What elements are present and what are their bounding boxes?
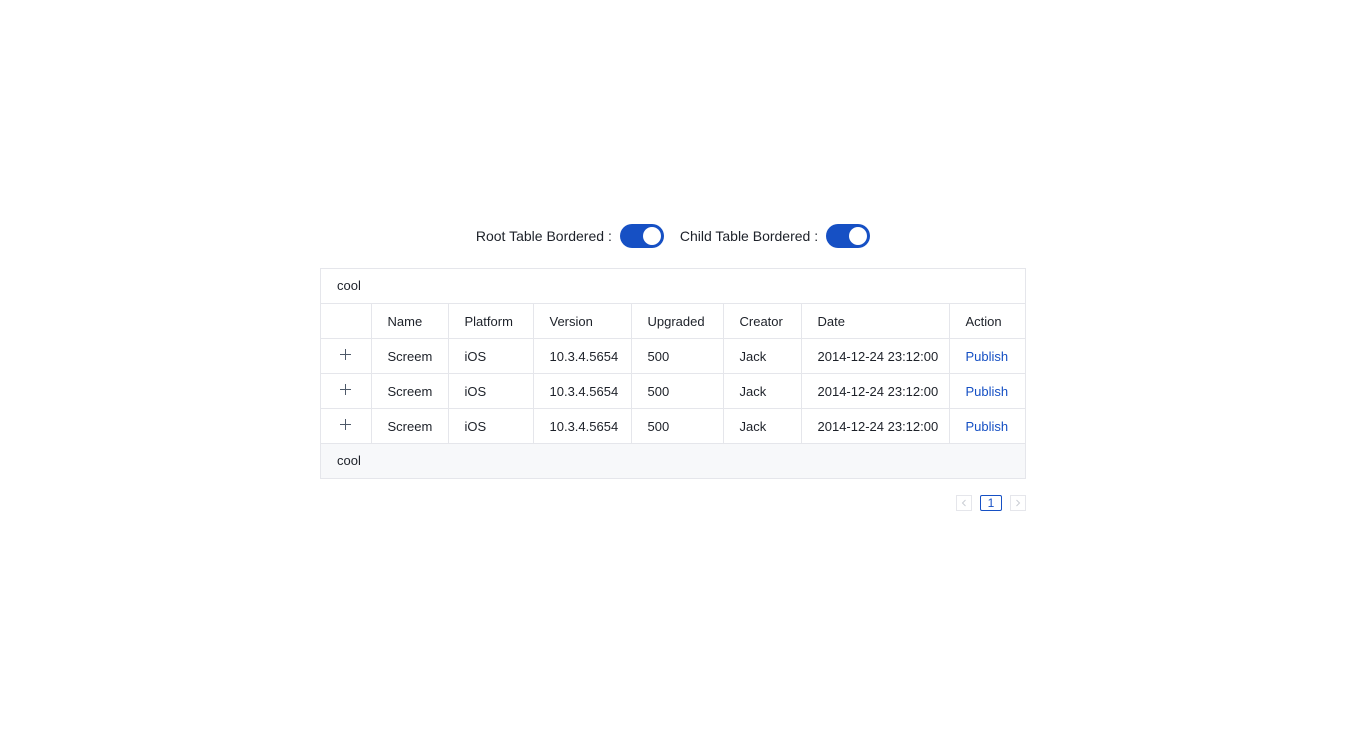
page-container: Root Table Bordered : Child Table Border… <box>320 220 1026 511</box>
publish-link[interactable]: Publish <box>966 384 1009 399</box>
cell-upgraded: 500 <box>631 373 724 409</box>
cell-name: Screem <box>371 373 449 409</box>
switch-knob <box>642 227 661 245</box>
child-bordered-switch[interactable] <box>826 224 871 248</box>
plus-icon[interactable] <box>339 418 352 431</box>
table-row: Screem iOS 10.3.4.5654 500 Jack 2014-12-… <box>321 408 1025 444</box>
cell-action: Publish <box>949 408 1025 444</box>
root-bordered-colon: : <box>607 228 612 244</box>
column-header-creator: Creator <box>723 304 802 339</box>
expand-header <box>321 304 372 339</box>
root-bordered-label-text: Root Table Bordered <box>475 228 605 244</box>
cell-platform: iOS <box>448 408 534 444</box>
publish-link[interactable]: Publish <box>966 349 1009 364</box>
column-header-action: Action <box>949 304 1025 339</box>
cell-creator: Jack <box>723 338 802 374</box>
expand-cell <box>321 338 372 374</box>
chevron-right-icon <box>1016 499 1021 507</box>
child-bordered-colon: : <box>814 228 819 244</box>
column-header-platform: Platform <box>448 304 534 339</box>
cell-upgraded: 500 <box>631 338 724 374</box>
child-bordered-control: Child Table Bordered : <box>680 224 871 248</box>
switch-knob <box>849 227 868 245</box>
cell-creator: Jack <box>723 373 802 409</box>
table-footer: cool <box>321 444 1025 479</box>
cell-creator: Jack <box>723 408 802 444</box>
table-title: cool <box>321 269 1025 304</box>
cell-version: 10.3.4.5654 <box>533 338 632 374</box>
table-controls: Root Table Bordered : Child Table Border… <box>320 220 1026 252</box>
child-bordered-label-text: Child Table Bordered <box>679 228 811 244</box>
cell-platform: iOS <box>448 338 534 374</box>
prev-page-button[interactable] <box>956 495 972 511</box>
column-header-date: Date <box>801 304 950 339</box>
table-grid: Name Platform Version Upgraded Creator D… <box>321 304 1025 444</box>
root-bordered-switch[interactable] <box>619 224 664 248</box>
cell-date: 2014-12-24 23:12:00 <box>801 338 950 374</box>
root-bordered-control: Root Table Bordered : <box>476 224 664 248</box>
cell-name: Screem <box>371 408 449 444</box>
column-header-version: Version <box>533 304 632 339</box>
cell-name: Screem <box>371 338 449 374</box>
cell-upgraded: 500 <box>631 408 724 444</box>
table-header-row: Name Platform Version Upgraded Creator D… <box>321 304 1025 339</box>
plus-icon[interactable] <box>339 383 352 396</box>
expand-cell <box>321 373 372 409</box>
table-row: Screem iOS 10.3.4.5654 500 Jack 2014-12-… <box>321 338 1025 374</box>
root-bordered-label: Root Table Bordered : <box>476 228 612 244</box>
cell-action: Publish <box>949 373 1025 409</box>
cell-date: 2014-12-24 23:12:00 <box>801 408 950 444</box>
column-header-upgraded: Upgraded <box>631 304 724 339</box>
table-row: Screem iOS 10.3.4.5654 500 Jack 2014-12-… <box>321 373 1025 409</box>
cell-platform: iOS <box>448 373 534 409</box>
plus-icon[interactable] <box>339 348 352 361</box>
cell-version: 10.3.4.5654 <box>533 373 632 409</box>
child-bordered-label: Child Table Bordered : <box>680 228 818 244</box>
page-1-button[interactable]: 1 <box>980 495 1002 511</box>
next-page-button[interactable] <box>1010 495 1026 511</box>
cell-action: Publish <box>949 338 1025 374</box>
cell-version: 10.3.4.5654 <box>533 408 632 444</box>
expand-cell <box>321 408 372 444</box>
data-table: cool Name Platform Version Upgraded Crea… <box>320 268 1026 479</box>
publish-link[interactable]: Publish <box>966 419 1009 434</box>
chevron-left-icon <box>961 499 966 507</box>
pagination: 1 <box>320 495 1026 511</box>
column-header-name: Name <box>371 304 449 339</box>
cell-date: 2014-12-24 23:12:00 <box>801 373 950 409</box>
